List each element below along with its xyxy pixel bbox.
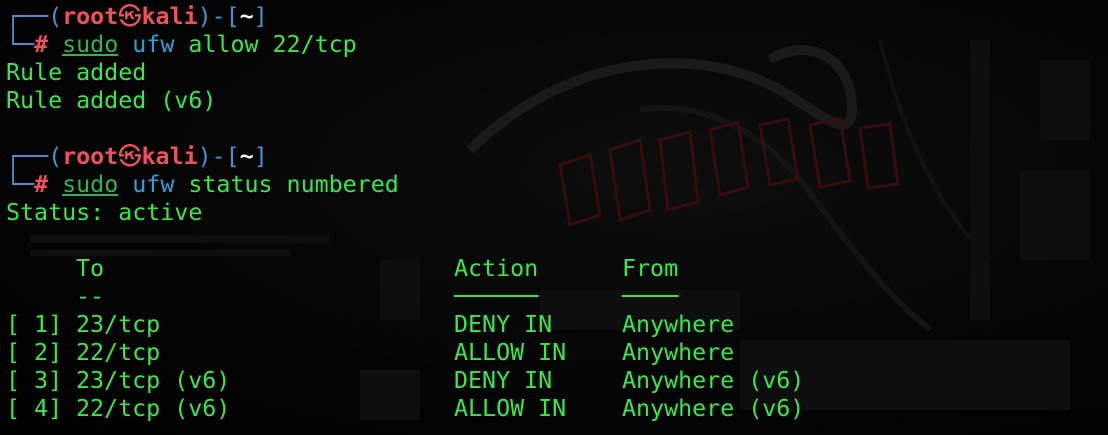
rule-from: Anywhere (v6) xyxy=(622,367,805,394)
rule-to: 22/tcp (v6) xyxy=(76,395,231,422)
prompt-user: root xyxy=(62,3,119,30)
prompt-hash: # xyxy=(34,31,49,58)
rule-from: Anywhere xyxy=(622,311,735,338)
prompt-at-symbol: ㉿ xyxy=(118,143,142,170)
prompt-directory: ~ xyxy=(239,143,254,170)
prompt-host: kali xyxy=(141,143,198,170)
rule-number: [ 3] xyxy=(6,367,63,394)
terminal-window[interactable]: ┌──(root㉿kali)-[~] └─# sudo ufw allow 22… xyxy=(0,0,1108,435)
rule-action: ALLOW IN xyxy=(454,339,567,366)
table-row: [ 2] 22/tcp ALLOW IN Anywhere xyxy=(6,339,1108,367)
underline-action: ────── xyxy=(454,283,539,310)
status-line: Status: active xyxy=(6,199,203,226)
command-args: allow 22/tcp xyxy=(188,31,357,58)
rule-to: 23/tcp xyxy=(76,311,161,338)
prompt-at-symbol: ㉿ xyxy=(118,3,142,30)
command-name: ufw xyxy=(132,171,175,198)
header-from: From xyxy=(622,255,679,282)
rule-number: [ 2] xyxy=(6,339,63,366)
rule-number: [ 1] xyxy=(6,311,63,338)
prompt-directory: ~ xyxy=(239,3,254,30)
output-line: Rule added xyxy=(6,59,147,86)
prompt-header: ┌──(root㉿kali)-[~] xyxy=(6,3,268,30)
table-row: [ 1] 23/tcp DENY IN Anywhere xyxy=(6,311,1108,339)
rule-action: DENY IN xyxy=(454,311,553,338)
command-line: └─# sudo ufw status numbered xyxy=(6,171,399,198)
underline-from: ──── xyxy=(622,283,679,310)
table-row: [ 4] 22/tcp (v6) ALLOW IN Anywhere (v6) xyxy=(6,395,1108,423)
prompt-header: ┌──(root㉿kali)-[~] xyxy=(6,143,268,170)
sudo-keyword: sudo xyxy=(62,171,119,198)
underline-to: -- xyxy=(76,283,105,310)
header-to: To xyxy=(76,255,105,282)
command-line: └─# sudo ufw allow 22/tcp xyxy=(6,31,357,58)
rule-from: Anywhere (v6) xyxy=(622,395,805,422)
table-header: To Action From xyxy=(6,255,1108,283)
rule-action: DENY IN xyxy=(454,367,553,394)
prompt-host: kali xyxy=(141,3,198,30)
output-line: Rule added (v6) xyxy=(6,87,217,114)
sudo-keyword: sudo xyxy=(62,31,119,58)
prompt-user: root xyxy=(62,143,119,170)
rule-to: 23/tcp (v6) xyxy=(76,367,231,394)
table-row: [ 3] 23/tcp (v6) DENY IN Anywhere (v6) xyxy=(6,367,1108,395)
command-name: ufw xyxy=(132,31,175,58)
prompt-hash: # xyxy=(34,171,49,198)
command-args: status numbered xyxy=(188,171,399,198)
header-action: Action xyxy=(454,255,539,282)
rule-to: 22/tcp xyxy=(76,339,161,366)
rule-action: ALLOW IN xyxy=(454,395,567,422)
table-header-underline: -- ────── ──── xyxy=(6,283,1108,311)
terminal-output: ┌──(root㉿kali)-[~] └─# sudo ufw allow 22… xyxy=(6,3,1108,423)
rule-from: Anywhere xyxy=(622,339,735,366)
rule-number: [ 4] xyxy=(6,395,63,422)
